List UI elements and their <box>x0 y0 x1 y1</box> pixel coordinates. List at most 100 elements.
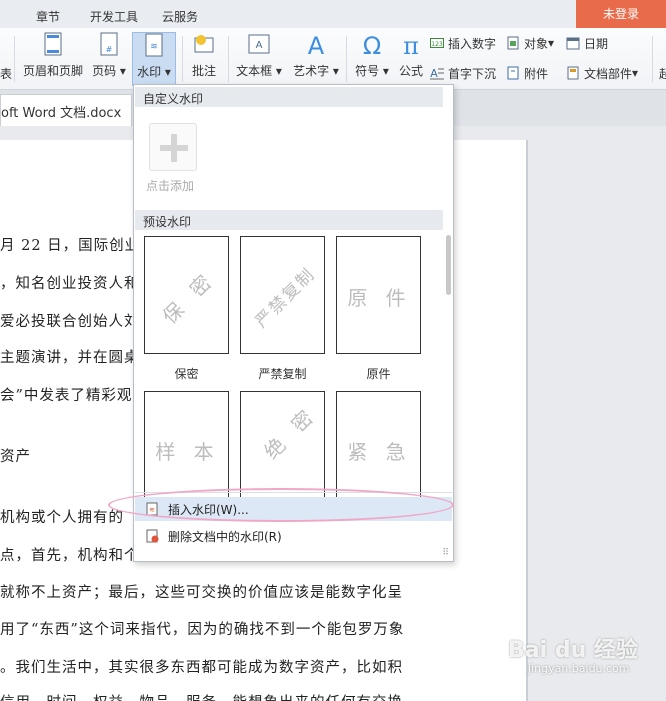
doc-line: 爱必投联合创始人刘 <box>0 314 140 330</box>
chevron-down-icon: ▾ <box>116 64 126 78</box>
header-footer-button[interactable]: 页眉和页脚 <box>20 32 86 86</box>
formula-label: 公式 <box>398 64 423 78</box>
doc-line: 就称不上资产；最后，这些可交换的价值应该是能数字化呈 <box>0 585 403 601</box>
attachment-button[interactable]: 附件 <box>506 64 548 82</box>
tab-chapter[interactable]: 章节 <box>36 8 60 25</box>
preset-watermark-no-copy[interactable]: 严禁复制 <box>240 236 325 354</box>
watermark-button[interactable]: ≋ 水印 ▾ <box>132 32 176 86</box>
panel-scrollbar[interactable] <box>444 85 453 495</box>
chevron-down-icon: ▾ <box>161 65 171 79</box>
dropcap-icon: A <box>430 67 444 80</box>
login-button[interactable]: 未登录 <box>576 0 666 28</box>
resize-grip-icon[interactable]: ⠿ <box>442 548 449 558</box>
svg-text:#: # <box>106 45 113 54</box>
wordart-icon: A <box>308 32 325 58</box>
insert-watermark-label: 插入水印(W)... <box>168 503 249 517</box>
calendar-icon <box>566 37 580 50</box>
insert-ribbon: 表 页眉和页脚 # 页码 ▾ ≋ 水印 ▾ 批注 A 文本框 ▾ A 艺术字 ▾… <box>0 28 666 90</box>
preset-watermark-header: 预设水印 <box>135 210 443 230</box>
svg-text:≋: ≋ <box>149 506 155 514</box>
doc-line: ，知名创业投资人和 <box>0 276 140 292</box>
object-icon <box>507 36 519 50</box>
pi-icon: π <box>403 32 419 58</box>
doc-line: 资产 <box>0 449 31 465</box>
page-edge <box>527 140 528 701</box>
textbox-label: 文本框 <box>236 64 273 78</box>
document-tab-title: oft Word 文档.docx <box>1 106 122 121</box>
doc-parts-label: 文档部件 <box>584 66 633 81</box>
tab-cloud-service[interactable]: 云服务 <box>162 8 198 25</box>
chevron-down-icon: ▾ <box>379 64 389 78</box>
doc-parts-icon <box>567 66 579 80</box>
chevron-down-icon: ▾ <box>548 36 555 50</box>
wordart-label: 艺术字 <box>293 64 330 78</box>
comment-label: 批注 <box>191 64 216 78</box>
delete-watermark-label: 删除文档中的水印(R) <box>168 530 282 544</box>
watermark-label: 水印 <box>137 65 162 79</box>
doc-line: 信用、时间、权益、物品、服务，能想象出来的任何有交换 <box>0 691 403 701</box>
custom-watermark-header: 自定义水印 <box>135 87 443 107</box>
preset-watermark-original[interactable]: 原 件 <box>336 236 421 354</box>
panel-scrollbar-thumb[interactable] <box>446 235 451 295</box>
delete-watermark-icon <box>146 529 159 543</box>
doc-line: 机构或个人拥有的 <box>0 510 124 526</box>
doc-line: 会”中发表了精彩观 <box>0 388 133 404</box>
textbox-button[interactable]: A 文本框 ▾ <box>234 32 284 86</box>
svg-text:A: A <box>308 32 325 58</box>
svg-text:π: π <box>403 32 419 58</box>
insert-watermark-menu-item[interactable]: ≋ 插入水印(W)... <box>135 497 452 521</box>
preset-watermark-confidential[interactable]: 保 密 <box>144 236 229 354</box>
insert-number-label: 插入数字 <box>448 36 497 51</box>
ribbon-right-fragment[interactable]: 起 <box>659 64 666 82</box>
add-custom-watermark-label[interactable]: 点击添加 <box>146 177 194 194</box>
wordart-button[interactable]: A 艺术字 ▾ <box>290 32 342 86</box>
page-number-icon: # <box>100 32 118 56</box>
delete-watermark-menu-item[interactable]: 删除文档中的水印(R) <box>135 524 452 548</box>
date-label: 日期 <box>584 36 609 51</box>
watermark-icon: ≋ <box>145 33 163 57</box>
object-button[interactable]: 对象 ▾ <box>506 34 554 52</box>
document-tab[interactable]: oft Word 文档.docx <box>0 94 132 126</box>
chevron-down-icon: ▾ <box>632 66 639 80</box>
svg-text:A: A <box>256 40 263 51</box>
object-label: 对象 <box>524 36 549 51</box>
ribbon-left-fragment[interactable]: 表 <box>0 64 12 82</box>
doc-line: 。我们生活中，其实很多东西都可能成为数字资产，比如积 <box>0 660 403 676</box>
formula-button[interactable]: π 公式 <box>396 32 426 86</box>
watermark-dropdown: 自定义水印 点击添加 预设水印 保 密 严禁复制 原 件 保密 严禁复制 原件 … <box>133 84 454 562</box>
dropcap-button[interactable]: A 首字下沉 <box>430 64 496 82</box>
omega-icon: Ω <box>363 32 381 58</box>
comment-button[interactable]: 批注 <box>186 32 222 86</box>
comment-icon <box>194 35 214 53</box>
doc-line: 用了“东西”这个词来指代，因为的确找不到一个能包罗万象 <box>0 622 405 638</box>
attachment-label: 附件 <box>524 66 549 81</box>
tab-developer-tools[interactable]: 开发工具 <box>90 8 138 25</box>
page-number-label: 页码 <box>92 64 117 78</box>
svg-text:≋: ≋ <box>150 42 158 52</box>
insert-watermark-icon: ≋ <box>146 502 158 516</box>
doc-parts-button[interactable]: 文档部件 ▾ <box>566 64 638 82</box>
header-footer-label: 页眉和页脚 <box>22 64 83 78</box>
header-footer-icon <box>44 32 62 56</box>
preset-watermark-text: 绝 密 <box>258 401 322 464</box>
page-number-button[interactable]: # 页码 ▾ <box>90 32 128 86</box>
insert-number-button[interactable]: 123 插入数字 <box>430 34 496 52</box>
doc-line: 点，首先，机构和个 <box>0 548 140 564</box>
preset-watermark-label: 原件 <box>366 367 391 381</box>
date-button[interactable]: 日期 <box>566 34 608 52</box>
chevron-down-icon: ▾ <box>272 64 282 78</box>
site-watermark-brand: Bai du 经验 <box>508 638 638 663</box>
doc-line: 主题演讲，并在圆桌 <box>0 350 140 366</box>
attachment-icon <box>507 66 519 80</box>
add-custom-watermark-button[interactable] <box>149 123 197 171</box>
svg-text:Ω: Ω <box>363 32 381 58</box>
preset-watermark-label: 保密 <box>174 367 199 381</box>
doc-line: 月 22 日，国际创业 <box>0 238 141 254</box>
panel-divider <box>135 492 452 493</box>
preset-watermark-text: 严禁复制 <box>251 263 320 332</box>
preset-watermark-text: 保 密 <box>157 265 220 329</box>
svg-text:123: 123 <box>431 41 443 48</box>
site-watermark-url: jingyan.baidu.com <box>528 662 630 675</box>
symbol-label: 符号 <box>355 64 380 78</box>
symbol-button[interactable]: Ω 符号 ▾ <box>352 32 392 86</box>
